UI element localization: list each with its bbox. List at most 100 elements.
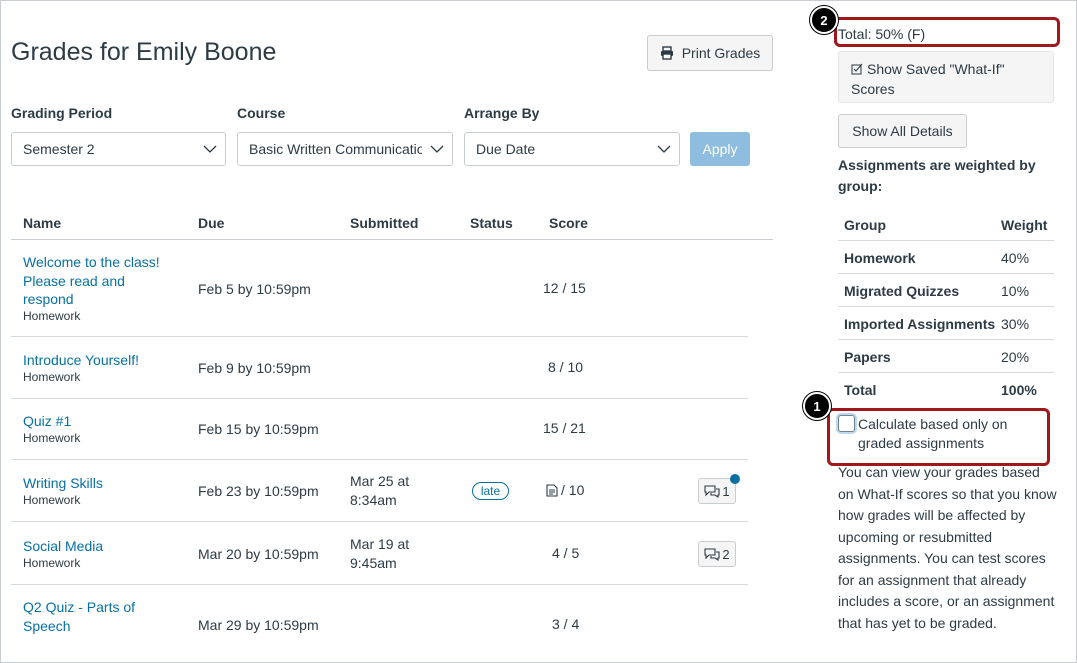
score-value: 8 / 10 [548, 359, 584, 375]
assignment-link[interactable]: Social Media [23, 537, 103, 556]
table-row: Introduce Yourself! Homework Feb 9 by 10… [11, 337, 748, 399]
submitted-line: Mar 25 at [350, 473, 410, 489]
assignment-group: Homework [23, 370, 81, 384]
weights-row: Homework 40% [838, 241, 1054, 274]
col-header-status[interactable]: Status [470, 215, 513, 231]
weights-table: Group Weight Homework 40% Migrated Quizz… [838, 208, 1054, 406]
weight-group: Total [844, 382, 877, 398]
score: 12 / 15 [543, 280, 586, 296]
show-saved-whatif-button[interactable]: Show Saved "What-If" Scores [838, 51, 1054, 103]
weights-header-group: Group [844, 217, 886, 233]
apply-button[interactable]: Apply [690, 132, 750, 166]
weight-value: 20% [1001, 349, 1030, 365]
score-value: / 10 [561, 482, 585, 498]
chevron-down-icon [422, 133, 452, 165]
assignment-link[interactable]: Introduce Yourself! [23, 351, 139, 370]
due-date: Mar 29 by 10:59pm [198, 617, 319, 633]
grading-period-value: Semester 2 [23, 141, 95, 157]
due-date: Feb 5 by 10:59pm [198, 281, 311, 297]
weight-group: Homework [844, 250, 916, 266]
assignment-group: Homework [23, 493, 81, 507]
score-value: 15 / 21 [543, 420, 586, 436]
assignment-link[interactable]: Quiz #1 [23, 412, 71, 431]
graded-only-checkbox[interactable] [838, 415, 855, 432]
print-grades-button[interactable]: Print Grades [647, 35, 773, 71]
whatif-info-text: You can view your grades based on What-I… [838, 464, 1057, 631]
printer-icon [660, 46, 673, 60]
assignment-link[interactable]: Welcome to the class! Please read and re… [23, 253, 160, 309]
col-header-due[interactable]: Due [198, 215, 224, 231]
assignment-name-line: respond [23, 291, 74, 307]
weight-group: Papers [844, 349, 891, 365]
weight-value: 100% [1001, 382, 1037, 398]
graded-only-label[interactable]: Calculate based only on graded assignmen… [858, 415, 1038, 453]
col-header-submitted[interactable]: Submitted [350, 215, 418, 231]
table-row: Quiz #1 Homework Feb 15 by 10:59pm 15 / … [11, 399, 748, 460]
weighted-heading: Assignments are weighted by group: [838, 157, 1036, 194]
course-select[interactable]: Basic Written Communication [237, 132, 453, 166]
assignment-name-line: Q2 Quiz - Parts of [23, 599, 136, 615]
due-date: Mar 20 by 10:59pm [198, 546, 319, 562]
arrange-by-select[interactable]: Due Date [464, 132, 680, 166]
page-title: Grades for Emily Boone [11, 38, 277, 66]
due-date: Feb 15 by 10:59pm [198, 421, 319, 437]
assignment-name-line: Social Media [23, 538, 104, 554]
assignment-group: Homework [23, 309, 81, 323]
callout-badge-2: 2 [810, 6, 838, 34]
due-date: Feb 23 by 10:59pm [198, 483, 319, 499]
arrange-by-label: Arrange By [464, 105, 540, 121]
weights-row: Imported Assignments 30% [838, 307, 1054, 340]
comment-icon [704, 547, 720, 561]
score: 15 / 21 [543, 420, 586, 436]
table-row: Social Media Homework Mar 20 by 10:59pm … [11, 522, 748, 585]
document-icon [546, 483, 558, 497]
col-header-score[interactable]: Score [549, 215, 588, 231]
submitted-date: Mar 19 at 9:45am [350, 535, 409, 572]
assignment-name-line: Introduce Yourself! [23, 352, 139, 368]
table-row: Writing Skills Homework Feb 23 by 10:59p… [11, 460, 748, 522]
comments-button[interactable]: 1 [698, 474, 740, 504]
weights-row: Papers 20% [838, 340, 1054, 373]
weight-group: Migrated Quizzes [844, 283, 960, 299]
late-badge: late [472, 482, 509, 500]
grading-period-label: Grading Period [11, 105, 113, 121]
weight-group: Imported Assignments [844, 316, 996, 332]
submitted-date: Mar 25 at 8:34am [350, 472, 409, 509]
assignment-name-line: Speech [23, 617, 71, 634]
weight-value: 40% [1001, 250, 1030, 266]
score-value: 3 / 4 [552, 616, 580, 632]
assignment-name-line: Please read and [23, 272, 125, 289]
score: 4 / 5 [552, 545, 579, 561]
course-label: Course [237, 105, 286, 121]
col-header-name[interactable]: Name [23, 215, 61, 231]
callout-highlight-2 [834, 17, 1060, 47]
submitted-line: 8:34am [350, 491, 397, 508]
callout-badge-1: 1 [803, 392, 831, 420]
weight-value: 10% [1001, 283, 1030, 299]
comment-icon [704, 484, 720, 498]
score-value: 4 / 5 [552, 545, 580, 561]
show-all-details-button[interactable]: Show All Details [838, 114, 967, 148]
assignment-link[interactable]: Writing Skills [23, 474, 103, 493]
grading-period-select[interactable]: Semester 2 [11, 132, 226, 166]
submitted-line: 9:45am [350, 554, 397, 571]
assignment-group: Homework [23, 431, 81, 445]
chevron-down-icon [649, 133, 679, 165]
unread-dot [730, 474, 740, 484]
weights-total-row: Total 100% [838, 373, 1054, 406]
score: 8 / 10 [548, 359, 583, 375]
assignment-name-line: Quiz #1 [23, 413, 72, 429]
comment-count: 1 [722, 483, 730, 499]
print-grades-label: Print Grades [681, 45, 761, 61]
weights-row: Migrated Quizzes 10% [838, 274, 1054, 307]
assignment-name-line: Welcome to the class! [23, 254, 160, 270]
edit-check-icon [851, 63, 863, 75]
table-row: Welcome to the class! Please read and re… [11, 240, 748, 337]
comments-button[interactable]: 2 [698, 541, 736, 567]
weights-header-row: Group Weight [838, 208, 1054, 241]
chevron-down-icon [195, 133, 225, 165]
assignment-link[interactable]: Q2 Quiz - Parts of Speech [23, 598, 135, 635]
assignment-name-line: Writing Skills [23, 475, 103, 491]
table-row: Q2 Quiz - Parts of Speech Mar 29 by 10:5… [11, 585, 748, 647]
comment-count: 2 [722, 546, 730, 562]
